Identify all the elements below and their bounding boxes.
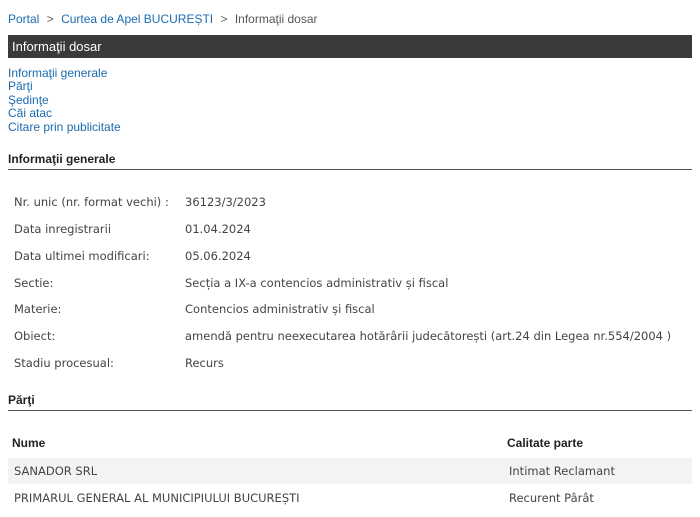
nav-link-informatii-generale[interactable]: Informaţii generale bbox=[8, 66, 121, 80]
breadcrumb-separator: > bbox=[46, 12, 54, 26]
info-value: amendă pentru neexecutarea hotărârii jud… bbox=[185, 329, 672, 343]
breadcrumb-current: Informaţii dosar bbox=[234, 12, 318, 26]
section-heading-general: Informaţii generale bbox=[8, 152, 692, 170]
page-title-bar: Informaţii dosar bbox=[8, 35, 692, 58]
breadcrumb-court-link[interactable]: Curtea de Apel BUCUREȘTI bbox=[61, 12, 213, 26]
section-heading-parti-label: Părţi bbox=[8, 393, 35, 407]
info-label: Data ultimei modificari: bbox=[14, 249, 150, 263]
info-value: Secția a IX-a contencios administrativ ș… bbox=[185, 276, 449, 290]
info-value: 01.04.2024 bbox=[185, 222, 251, 236]
party-role: Intimat Reclamant bbox=[509, 464, 615, 478]
page-title: Informaţii dosar bbox=[12, 39, 102, 54]
info-value: Contencios administrativ și fiscal bbox=[185, 302, 375, 316]
info-value: Recurs bbox=[185, 356, 224, 370]
info-label: Data inregistrarii bbox=[14, 222, 112, 236]
info-label: Stadiu procesual: bbox=[14, 356, 114, 370]
section-heading-general-label: Informaţii generale bbox=[8, 152, 116, 166]
info-value: 36123/3/2023 bbox=[185, 195, 266, 209]
section-heading-parti: Părţi bbox=[8, 393, 692, 411]
nav-link-sedinte[interactable]: Şedinţe bbox=[8, 93, 121, 107]
breadcrumb: Portal > Curtea de Apel BUCUREȘTI > Info… bbox=[8, 12, 318, 26]
party-name: PRIMARUL GENERAL AL MUNICIPIULUI BUCUREȘ… bbox=[14, 491, 300, 505]
breadcrumb-portal-link[interactable]: Portal bbox=[8, 12, 39, 26]
info-value: 05.06.2024 bbox=[185, 249, 251, 263]
nav-link-parti[interactable]: Părţi bbox=[8, 79, 121, 93]
party-role: Recurent Pârât bbox=[509, 491, 594, 505]
section-nav: Informaţii generale Părţi Şedinţe Căi at… bbox=[8, 66, 121, 134]
column-header-calitate: Calitate parte bbox=[507, 436, 584, 450]
info-label: Sectie: bbox=[14, 276, 54, 290]
parti-table-header: Nume Calitate parte bbox=[8, 430, 692, 456]
breadcrumb-separator: > bbox=[220, 12, 228, 26]
party-name: SANADOR SRL bbox=[14, 464, 98, 478]
table-row: PRIMARUL GENERAL AL MUNICIPIULUI BUCUREȘ… bbox=[8, 485, 692, 511]
info-label: Obiect: bbox=[14, 329, 56, 343]
table-row: SANADOR SRL Intimat Reclamant bbox=[8, 458, 692, 484]
nav-link-citare-publicitate[interactable]: Citare prin publicitate bbox=[8, 120, 121, 134]
info-label: Materie: bbox=[14, 302, 62, 316]
nav-link-cai-atac[interactable]: Căi atac bbox=[8, 106, 121, 120]
column-header-nume: Nume bbox=[12, 436, 46, 450]
info-label: Nr. unic (nr. format vechi) : bbox=[14, 195, 169, 209]
